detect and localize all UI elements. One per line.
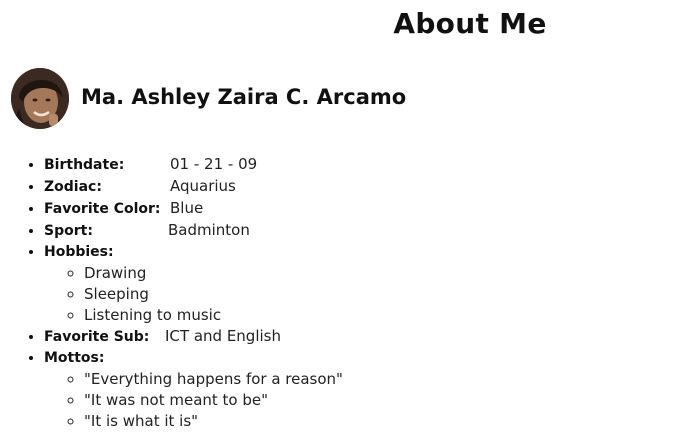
sport-label: Sport:: [44, 223, 93, 239]
list-item-zodiac: Zodiac: Aquarius: [44, 176, 343, 198]
page-title: About Me: [393, 7, 547, 40]
avatar-photo: [11, 68, 69, 129]
hobbies-label: Hobbies:: [44, 244, 114, 260]
motto-item: "It was not meant to be": [84, 390, 343, 411]
sport-value: Badminton: [168, 221, 250, 239]
about-details-list: Birthdate: 01 - 21 - 09 Zodiac: Aquarius F…: [0, 154, 343, 432]
zodiac-label: Zodiac:: [44, 179, 102, 195]
list-item-favorite-color: Favorite Color: Blue: [44, 198, 343, 220]
birthdate-label: Birthdate:: [44, 157, 125, 173]
favorite-sub-label: Favorite Sub:: [44, 329, 150, 345]
favorite-color-value: Blue: [170, 199, 204, 217]
zodiac-value: Aquarius: [170, 177, 236, 195]
favorite-color-label: Favorite Color:: [44, 201, 161, 217]
list-item-mottos: Mottos: "Everything happens for a reason…: [44, 348, 343, 432]
hobbies-list: Drawing Sleeping Listening to music: [44, 263, 343, 326]
birthdate-value: 01 - 21 - 09: [170, 155, 258, 173]
list-item-hobbies: Hobbies: Drawing Sleeping Listening to m…: [44, 242, 343, 326]
mottos-list: "Everything happens for a reason" "It wa…: [44, 369, 343, 432]
hobby-item: Sleeping: [84, 284, 343, 305]
avatar: [11, 68, 69, 129]
profile-name: Ma. Ashley Zaira C. Arcamo: [81, 85, 407, 109]
favorite-sub-value: ICT and English: [165, 327, 281, 345]
list-item-favorite-sub: Favorite Sub: ICT and English: [44, 326, 343, 348]
motto-item: "Everything happens for a reason": [84, 369, 343, 390]
list-item-sport: Sport: Badminton: [44, 220, 343, 242]
hobby-item: Listening to music: [84, 305, 343, 326]
mottos-label: Mottos:: [44, 350, 105, 366]
list-item-birthdate: Birthdate: 01 - 21 - 09: [44, 154, 343, 176]
hobby-item: Drawing: [84, 263, 343, 284]
motto-item: "It is what it is": [84, 411, 343, 432]
